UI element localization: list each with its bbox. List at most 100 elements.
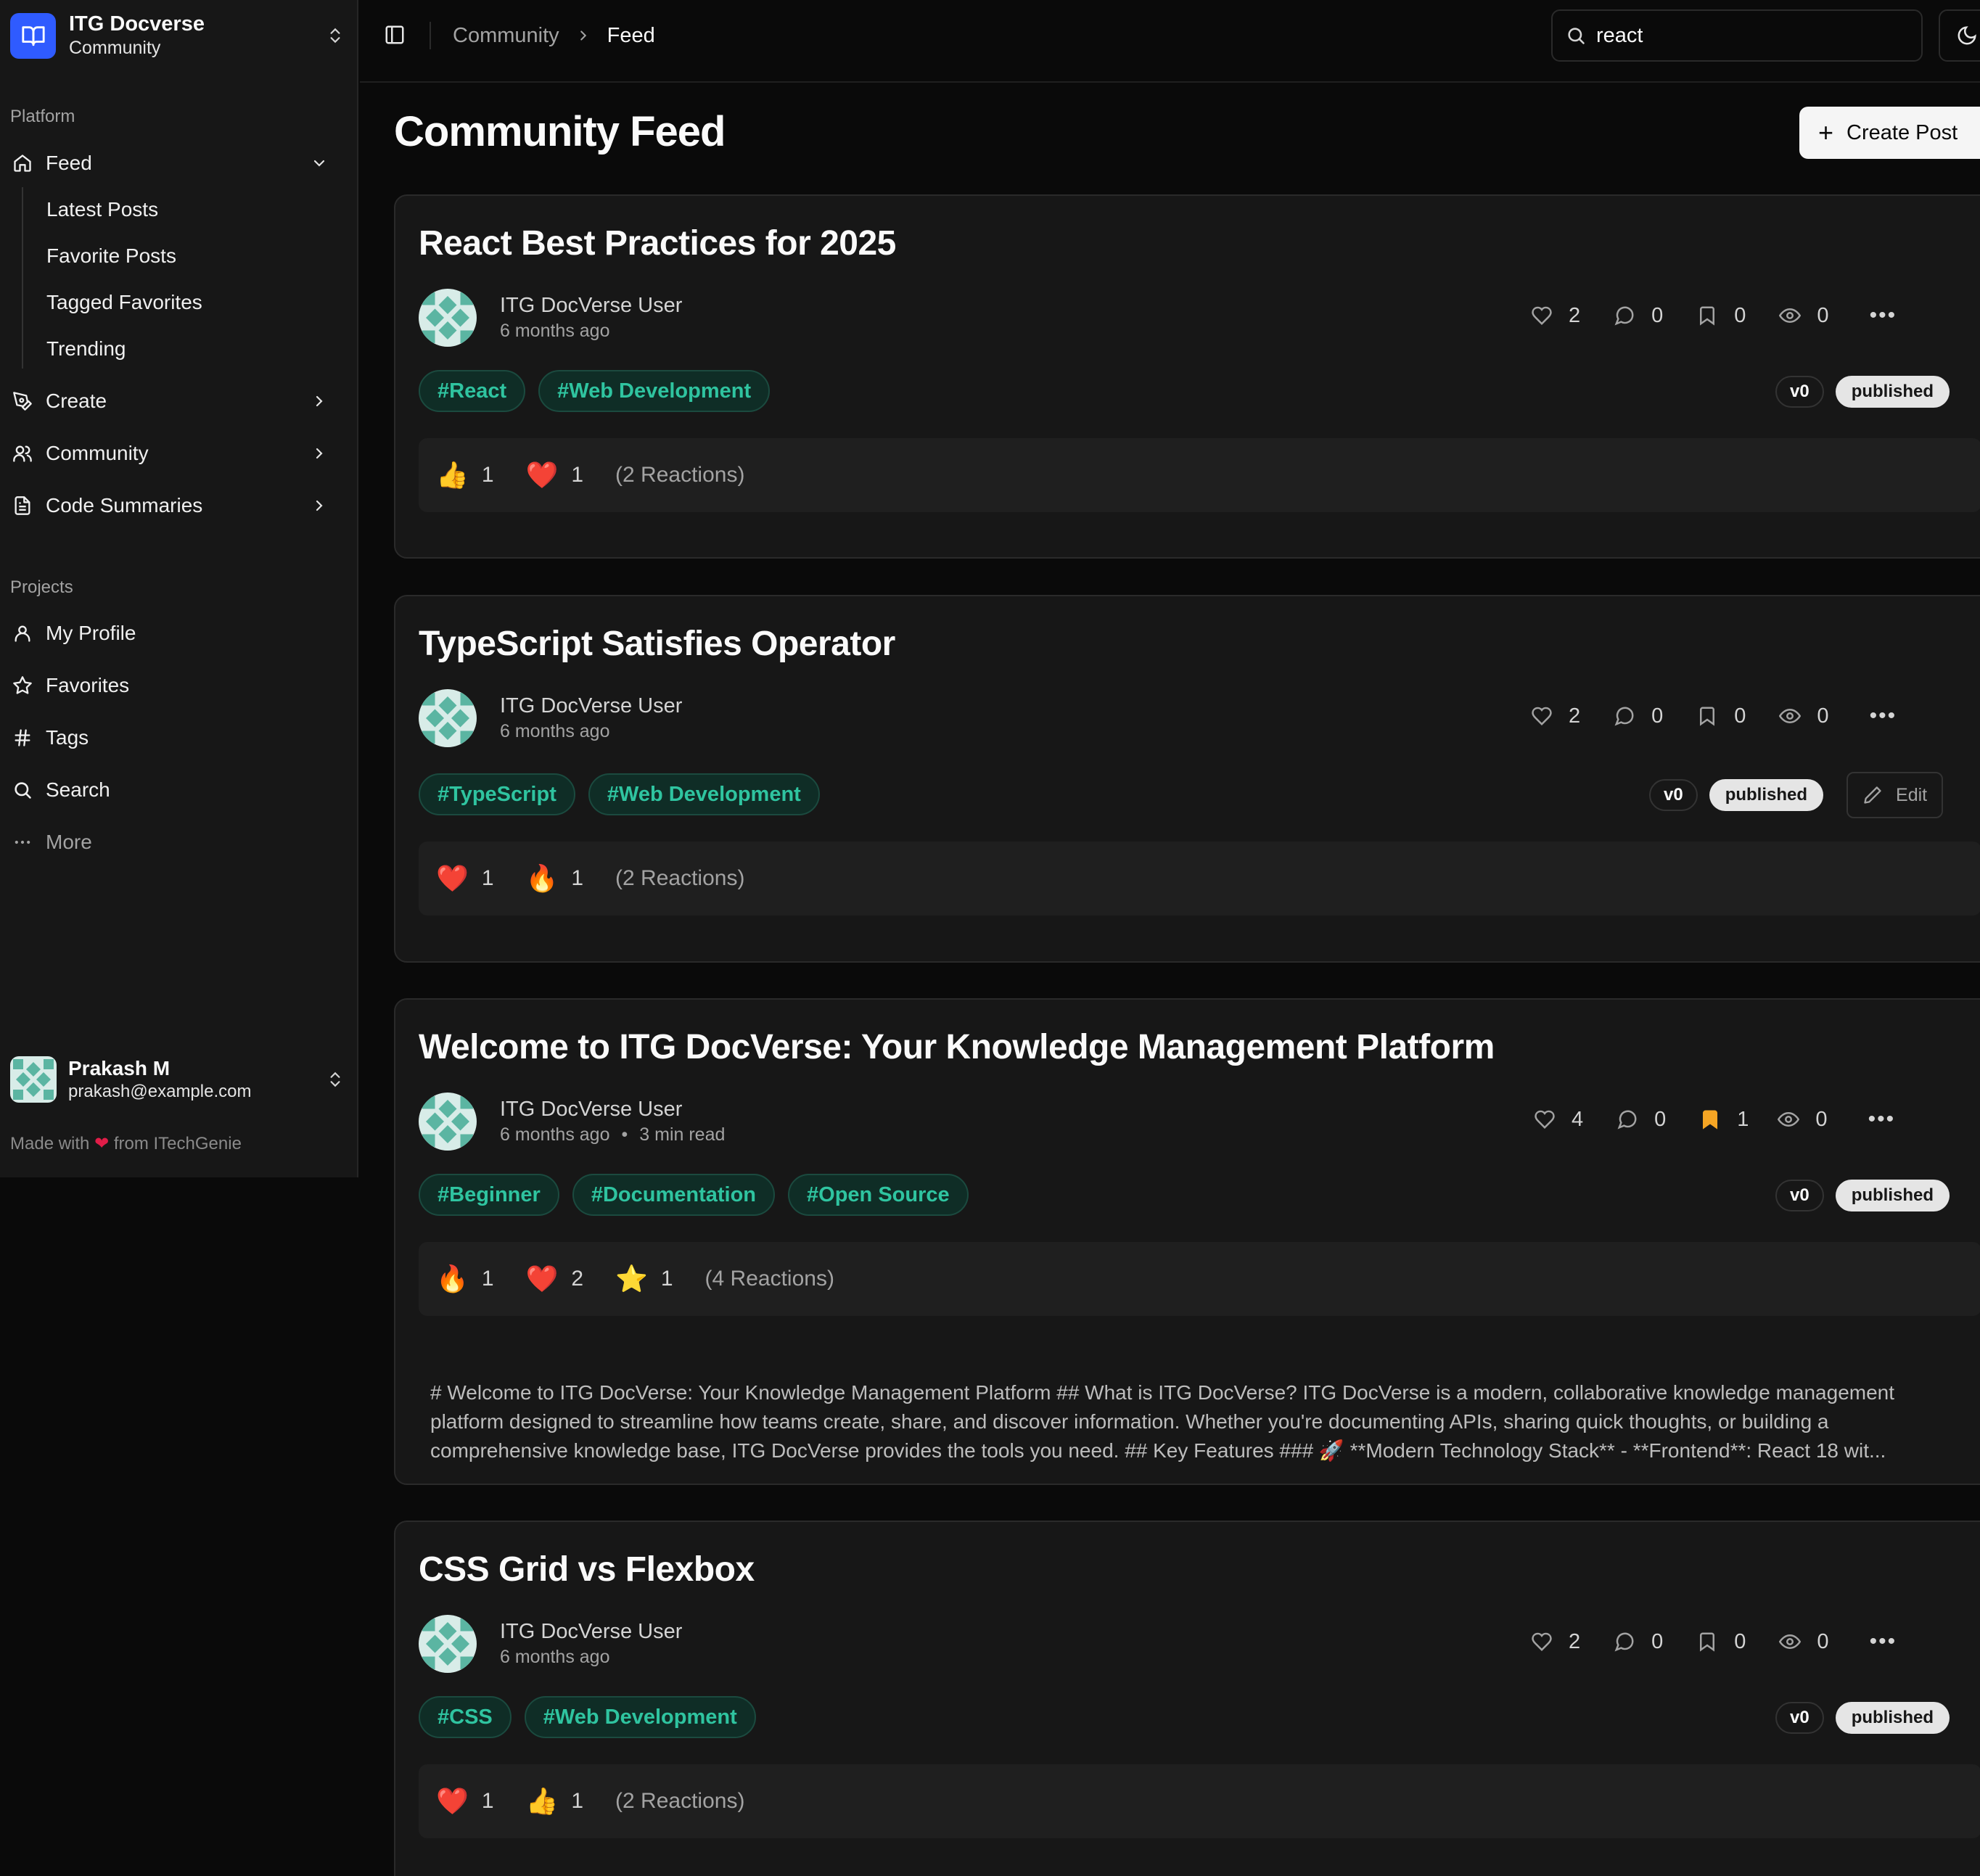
- more-options-icon[interactable]: •••: [1870, 704, 1897, 728]
- edit-label: Edit: [1896, 784, 1928, 805]
- theme-toggle-button[interactable]: [1939, 9, 1980, 62]
- post-title[interactable]: TypeScript Satisfies Operator: [419, 624, 895, 664]
- fire-icon: 🔥: [436, 1264, 469, 1293]
- message-circle-icon: [1614, 306, 1634, 326]
- tag-chip[interactable]: #Web Development: [524, 1696, 756, 1738]
- tag-chip[interactable]: #Documentation: [572, 1174, 776, 1216]
- user-menu[interactable]: Prakash M prakash@example.com: [10, 1050, 348, 1108]
- comments-stat[interactable]: 0: [1614, 704, 1663, 728]
- likes-stat[interactable]: 2: [1531, 304, 1580, 328]
- version-badge: v0: [1775, 1180, 1824, 1211]
- plus-icon: +: [1818, 118, 1834, 147]
- bookmarks-count: 1: [1737, 1107, 1749, 1131]
- reaction-thumbs-up[interactable]: 👍 1: [436, 460, 494, 490]
- tag-chip[interactable]: #Beginner: [419, 1174, 559, 1216]
- sidebar-toggle-button[interactable]: [382, 22, 408, 48]
- users-icon: [10, 441, 35, 466]
- sidebar-item-create[interactable]: Create: [10, 379, 338, 423]
- pencil-icon: [1864, 786, 1881, 804]
- search-input[interactable]: [1596, 23, 1901, 48]
- sidebar-item-label: Create: [46, 390, 107, 412]
- search-icon: [1568, 28, 1585, 44]
- sidebar-item-label: My Profile: [46, 622, 136, 644]
- reaction-fire[interactable]: 🔥 1: [436, 1264, 494, 1294]
- likes-stat[interactable]: 2: [1531, 704, 1580, 728]
- post-card[interactable]: React Best Practices for 2025 ITG DocVer…: [394, 194, 1980, 559]
- footer-credit: Made with ❤ from ITechGenie: [10, 1133, 242, 1154]
- sidebar-item-tagged-favorites[interactable]: Tagged Favorites: [36, 282, 326, 323]
- tag-chip[interactable]: #React: [419, 370, 526, 412]
- reaction-heart[interactable]: ❤️ 1: [436, 1786, 494, 1817]
- post-title[interactable]: Welcome to ITG DocVerse: Your Knowledge …: [419, 1027, 1495, 1067]
- likes-stat[interactable]: 4: [1534, 1108, 1583, 1132]
- sidebar-item-label: More: [46, 831, 92, 853]
- avatar: [10, 1056, 57, 1103]
- bookmarks-stat[interactable]: 1: [1699, 1108, 1749, 1132]
- reaction-heart[interactable]: ❤️ 2: [526, 1264, 584, 1294]
- workspace-switcher[interactable]: ITG Docverse Community: [10, 10, 348, 61]
- reaction-fire[interactable]: 🔥 1: [526, 863, 584, 894]
- heart-icon: ❤️: [436, 1786, 469, 1816]
- more-options-icon[interactable]: •••: [1868, 1107, 1896, 1132]
- reaction-heart[interactable]: ❤️ 1: [526, 460, 584, 490]
- post-time: 6 months ago: [500, 1647, 610, 1667]
- chevrons-up-down-icon: [322, 22, 348, 49]
- sidebar-item-search[interactable]: Search: [10, 768, 338, 812]
- sidebar-item-feed[interactable]: Feed: [10, 141, 338, 185]
- search-icon: [10, 778, 35, 802]
- post-card[interactable]: TypeScript Satisfies Operator ITG DocVer…: [394, 595, 1980, 963]
- reaction-count: 1: [481, 866, 494, 890]
- comments-stat[interactable]: 0: [1617, 1108, 1666, 1132]
- file-text-icon: [10, 493, 35, 518]
- bookmarks-stat[interactable]: 0: [1696, 1630, 1746, 1654]
- sidebar-item-code-summaries[interactable]: Code Summaries: [10, 484, 338, 527]
- version-badge: v0: [1649, 779, 1698, 811]
- sidebar-item-my-profile[interactable]: My Profile: [10, 612, 338, 655]
- tag-chip[interactable]: #Web Development: [588, 773, 820, 815]
- sidebar: ITG Docverse Community Platform Feed Lat…: [0, 0, 358, 1177]
- sidebar-item-latest-posts[interactable]: Latest Posts: [36, 189, 326, 230]
- post-title[interactable]: CSS Grid vs Flexbox: [419, 1550, 755, 1589]
- post-card[interactable]: CSS Grid vs Flexbox ITG DocVerse User 6 …: [394, 1521, 1980, 1876]
- post-stats: 2 0 0 0 •••: [1531, 303, 1897, 328]
- sidebar-item-favorite-posts[interactable]: Favorite Posts: [36, 236, 326, 276]
- reactions-total: (4 Reactions): [704, 1267, 834, 1291]
- more-options-icon[interactable]: •••: [1870, 1629, 1897, 1654]
- sidebar-item-community[interactable]: Community: [10, 432, 338, 475]
- bookmarks-stat[interactable]: 0: [1696, 304, 1746, 328]
- edit-button[interactable]: Edit: [1847, 772, 1944, 818]
- more-options-icon[interactable]: •••: [1870, 303, 1897, 328]
- tag-chip[interactable]: #Web Development: [538, 370, 771, 412]
- fire-icon: 🔥: [525, 863, 559, 893]
- breadcrumb-current: Feed: [607, 23, 655, 47]
- sidebar-item-tags[interactable]: Tags: [10, 716, 338, 760]
- sidebar-item-trending[interactable]: Trending: [36, 329, 326, 369]
- post-card[interactable]: Welcome to ITG DocVerse: Your Knowledge …: [394, 998, 1980, 1485]
- bookmarks-count: 0: [1734, 1629, 1746, 1653]
- views-stat: 0: [1778, 1108, 1828, 1132]
- comments-stat[interactable]: 0: [1614, 304, 1663, 328]
- search-bar[interactable]: [1551, 9, 1923, 62]
- comments-stat[interactable]: 0: [1614, 1630, 1663, 1654]
- tag-chip[interactable]: #Open Source: [788, 1174, 969, 1216]
- sidebar-item-favorites[interactable]: Favorites: [10, 664, 338, 707]
- sidebar-item-more[interactable]: More: [10, 820, 338, 864]
- reaction-star[interactable]: ⭐ 1: [615, 1264, 673, 1294]
- tag-chip[interactable]: #CSS: [419, 1696, 512, 1738]
- reaction-thumbs-up[interactable]: 👍 1: [526, 1786, 584, 1817]
- create-post-button[interactable]: + Create Post: [1799, 107, 1980, 159]
- sidebar-item-label: Favorites: [46, 674, 130, 696]
- reaction-heart[interactable]: ❤️ 1: [436, 863, 494, 894]
- bookmark-icon: [1700, 306, 1715, 326]
- comments-count: 0: [1651, 303, 1664, 327]
- breadcrumb-link-community[interactable]: Community: [453, 24, 559, 48]
- likes-stat[interactable]: 2: [1531, 1630, 1580, 1654]
- avatar: [419, 1615, 477, 1673]
- likes-count: 2: [1569, 704, 1581, 728]
- tag-chip[interactable]: #TypeScript: [419, 773, 575, 815]
- avatar: [419, 689, 477, 747]
- tag-list: #React #Web Development: [419, 370, 783, 412]
- post-time: 6 months ago: [500, 1124, 610, 1145]
- post-title[interactable]: React Best Practices for 2025: [419, 223, 896, 263]
- bookmarks-stat[interactable]: 0: [1696, 704, 1746, 728]
